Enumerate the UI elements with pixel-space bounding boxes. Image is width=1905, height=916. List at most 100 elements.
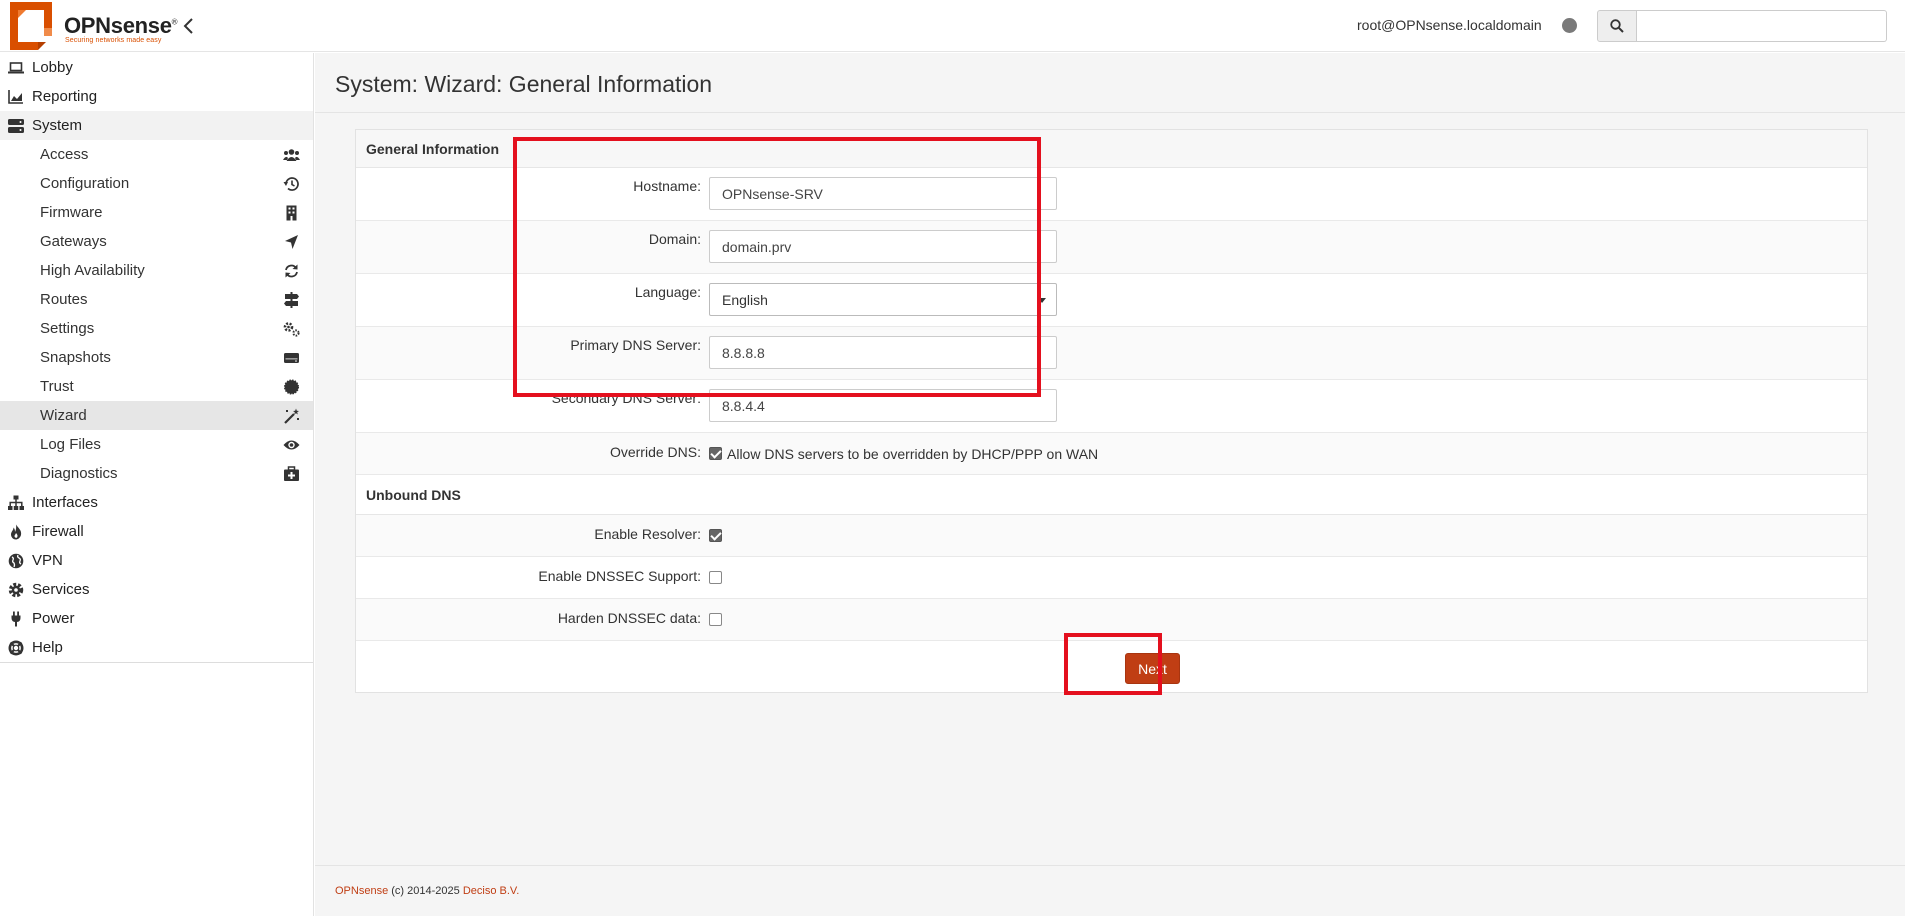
sidebar-item-firmware[interactable]: Firmware bbox=[0, 198, 313, 227]
sidebar-item-reporting[interactable]: Reporting bbox=[0, 82, 313, 111]
footer-copyright: (c) 2014-2025 bbox=[391, 885, 460, 897]
sidebar-item-label: Gateways bbox=[40, 233, 107, 250]
hdd-icon bbox=[284, 353, 299, 363]
sidebar-item-label: Routes bbox=[40, 291, 88, 308]
page-header: System: Wizard: General Information bbox=[315, 53, 1905, 113]
harden-dnssec-label: Harden DNSSEC data: bbox=[557, 610, 701, 626]
status-indicator-icon[interactable] bbox=[1562, 18, 1577, 33]
sidebar-item-snapshots[interactable]: Snapshots bbox=[0, 343, 313, 372]
magic-icon bbox=[284, 408, 299, 424]
sidebar-item-label: Log Files bbox=[40, 436, 101, 453]
primary-dns-input[interactable] bbox=[709, 336, 1057, 369]
sidebar-item-trust[interactable]: Trust bbox=[0, 372, 313, 401]
sidebar-item-label: Lobby bbox=[32, 59, 73, 76]
sidebar-item-label: Access bbox=[40, 146, 89, 163]
sidebar-item-help[interactable]: Help bbox=[0, 633, 313, 662]
sidebar-item-label: Configuration bbox=[40, 175, 130, 192]
sidebar-item-label: Firmware bbox=[40, 204, 103, 221]
users-icon bbox=[283, 149, 300, 161]
sidebar-item-label: Firewall bbox=[32, 523, 84, 540]
sidebar-item-interfaces[interactable]: Interfaces bbox=[0, 488, 313, 517]
sidebar-item-high-availability[interactable]: High Availability bbox=[0, 256, 313, 285]
language-row: Language: English bbox=[356, 274, 1867, 327]
language-select[interactable]: English bbox=[709, 283, 1057, 316]
section-unbound-dns: Unbound DNS bbox=[356, 475, 1867, 515]
certificate-icon bbox=[283, 379, 300, 395]
sidebar-item-label: Help bbox=[32, 639, 63, 656]
section-title: Unbound DNS bbox=[366, 487, 461, 503]
primary-dns-row: Primary DNS Server: bbox=[356, 327, 1867, 380]
sidebar-item-system[interactable]: System bbox=[0, 111, 313, 140]
sidebar-item-diagnostics[interactable]: Diagnostics bbox=[0, 459, 313, 488]
sidebar-item-log-files[interactable]: Log Files bbox=[0, 430, 313, 459]
caret-down-icon bbox=[1038, 298, 1046, 303]
sidebar-item-settings[interactable]: Settings bbox=[0, 314, 313, 343]
secondary-dns-label: Secondary DNS Server: bbox=[551, 390, 701, 406]
chart-area-icon bbox=[8, 90, 23, 104]
section-title: General Information bbox=[366, 141, 500, 157]
hostname-input[interactable] bbox=[709, 177, 1057, 210]
secondary-dns-input[interactable] bbox=[709, 389, 1057, 422]
footer-brand-link[interactable]: OPNsense bbox=[335, 885, 388, 897]
sidebar-item-access[interactable]: Access bbox=[0, 140, 313, 169]
dnssec-checkbox[interactable] bbox=[709, 571, 722, 584]
next-button[interactable]: Next bbox=[1125, 653, 1180, 684]
brand-name: OPNsense® bbox=[64, 13, 178, 38]
language-label: Language: bbox=[634, 284, 701, 300]
sidebar-item-label: Snapshots bbox=[40, 349, 111, 366]
override-dns-checkbox[interactable] bbox=[709, 447, 722, 460]
sidebar-item-vpn[interactable]: VPN bbox=[0, 546, 313, 575]
hostname-label: Hostname: bbox=[633, 178, 701, 194]
sidebar-item-label: Settings bbox=[40, 320, 95, 337]
search-button[interactable] bbox=[1597, 10, 1637, 42]
sidebar-item-wizard[interactable]: Wizard bbox=[0, 401, 313, 430]
footer-company-link[interactable]: Deciso B.V. bbox=[463, 885, 519, 897]
primary-dns-label: Primary DNS Server: bbox=[570, 337, 701, 353]
top-bar: OPNsense® Securing networks made easy ro… bbox=[0, 0, 1905, 52]
opnsense-logo-mark bbox=[10, 2, 52, 50]
dnssec-row: Enable DNSSEC Support: bbox=[356, 557, 1867, 599]
footer: OPNsense (c) 2014-2025 Deciso B.V. bbox=[315, 865, 1905, 916]
sidebar-item-gateways[interactable]: Gateways bbox=[0, 227, 313, 256]
cog-icon bbox=[8, 582, 24, 598]
harden-dnssec-checkbox[interactable] bbox=[709, 613, 722, 626]
fire-icon bbox=[11, 524, 22, 540]
globe-icon bbox=[8, 553, 24, 569]
sidebar-item-routes[interactable]: Routes bbox=[0, 285, 313, 314]
sidebar-item-label: Power bbox=[32, 610, 75, 627]
user-label[interactable]: root@OPNsense.localdomain bbox=[1357, 17, 1542, 33]
enable-resolver-label: Enable Resolver: bbox=[594, 526, 701, 542]
search-input[interactable] bbox=[1637, 10, 1887, 42]
opnsense-logo[interactable]: OPNsense® Securing networks made easy bbox=[6, 2, 178, 50]
map-signs-icon bbox=[284, 292, 299, 308]
life-ring-icon bbox=[8, 640, 24, 656]
secondary-dns-row: Secondary DNS Server: bbox=[356, 380, 1867, 433]
sidebar-item-label: Services bbox=[32, 581, 90, 598]
sidebar-item-lobby[interactable]: Lobby bbox=[0, 53, 313, 82]
sidebar-item-label: Wizard bbox=[40, 407, 87, 424]
override-dns-row: Override DNS: Allow DNS servers to be ov… bbox=[356, 433, 1867, 475]
sidebar-item-label: Diagnostics bbox=[40, 465, 118, 482]
sitemap-icon bbox=[8, 495, 24, 510]
sidebar-item-power[interactable]: Power bbox=[0, 604, 313, 633]
location-arrow-icon bbox=[285, 235, 298, 249]
sidebar-item-firewall[interactable]: Firewall bbox=[0, 517, 313, 546]
domain-input[interactable] bbox=[709, 230, 1057, 263]
sidebar-item-configuration[interactable]: Configuration bbox=[0, 169, 313, 198]
enable-resolver-row: Enable Resolver: bbox=[356, 515, 1867, 557]
harden-dnssec-row: Harden DNSSEC data: bbox=[356, 599, 1867, 641]
enable-resolver-checkbox[interactable] bbox=[709, 529, 722, 542]
cogs-icon bbox=[283, 322, 300, 337]
main-content: System: Wizard: General Information Gene… bbox=[315, 53, 1905, 916]
refresh-icon bbox=[285, 264, 298, 278]
laptop-icon bbox=[8, 62, 24, 74]
search-icon bbox=[1610, 19, 1624, 33]
hostname-row: Hostname: bbox=[356, 168, 1867, 221]
sidebar-divider bbox=[0, 662, 313, 663]
sidebar-item-label: Trust bbox=[40, 378, 74, 395]
plug-icon bbox=[11, 611, 21, 627]
page-title: System: Wizard: General Information bbox=[335, 71, 713, 97]
sidebar-item-label: System bbox=[32, 117, 83, 134]
sidebar-item-services[interactable]: Services bbox=[0, 575, 313, 604]
collapse-sidebar-button[interactable] bbox=[180, 15, 198, 37]
